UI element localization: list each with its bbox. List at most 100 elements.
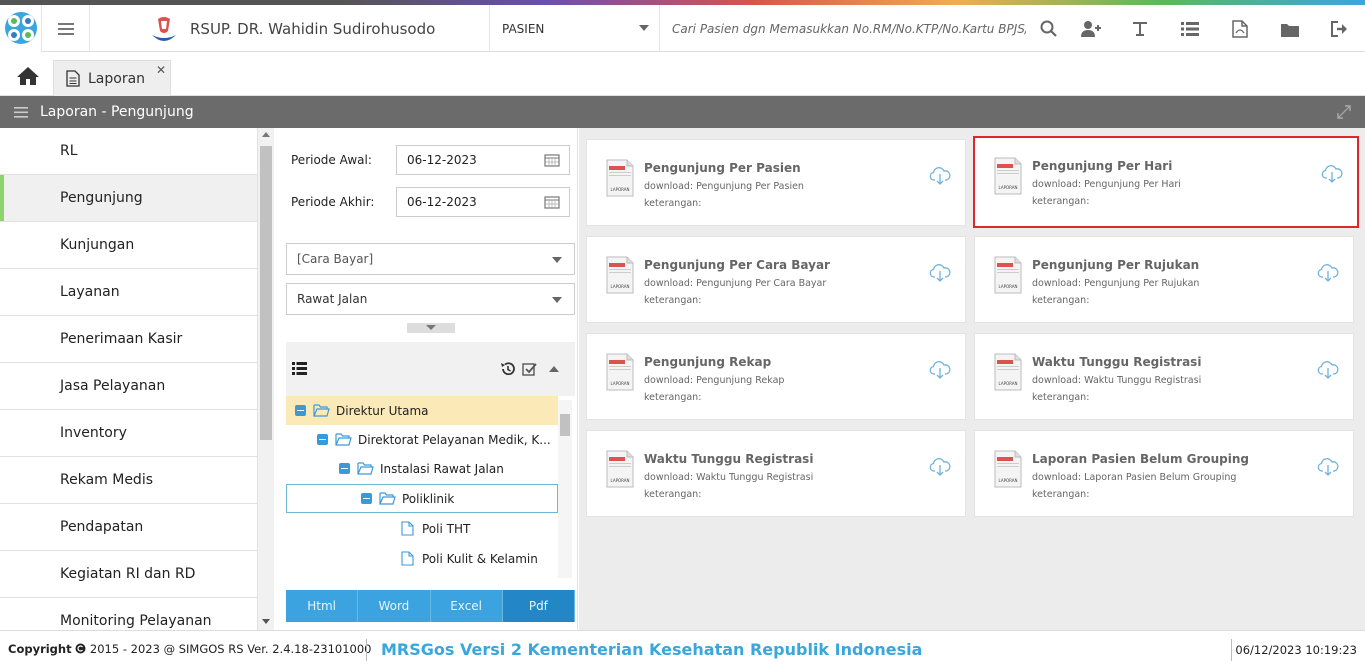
cara-bayar-select[interactable]: [Cara Bayar] [286, 243, 575, 275]
tree-node-direktur-utama[interactable]: Direktur Utama [286, 396, 558, 425]
scrollbar-thumb[interactable] [560, 414, 570, 436]
cara-bayar-value: [Cara Bayar] [297, 252, 374, 266]
report-card-pengunjung-per-pasien[interactable]: LAPORAN Pengunjung Per Pasien download: Pe… [586, 139, 966, 226]
tree-node-instalasi-rawat-jalan[interactable]: Instalasi Rawat Jalan [286, 454, 558, 483]
hamburger-icon[interactable] [14, 106, 28, 118]
folder-open-icon [379, 492, 396, 505]
home-icon[interactable] [16, 66, 40, 86]
calendar-icon[interactable] [544, 153, 560, 167]
list-icon[interactable] [292, 362, 307, 375]
list-button[interactable] [1179, 18, 1201, 40]
scrollbar-thumb[interactable] [260, 146, 272, 440]
report-card-pengunjung-rekap[interactable]: LAPORAN Pengunjung Rekap download: Pengunj… [586, 333, 966, 420]
export-pdf-button[interactable]: Pdf [502, 590, 575, 622]
nav-item-kunjungan[interactable]: Kunjungan [0, 222, 257, 269]
cloud-download-icon[interactable] [1317, 263, 1339, 283]
report-download-text: download: Pengunjung Rekap [644, 375, 785, 386]
cloud-download-icon[interactable] [929, 360, 951, 380]
report-title: Pengunjung Per Hari [1032, 159, 1173, 173]
jenis-layanan-select[interactable]: Rawat Jalan [286, 283, 575, 315]
pdf-report-icon: LAPORAN [606, 159, 634, 197]
report-keterangan: keterangan: [1032, 196, 1090, 207]
scroll-up-icon[interactable] [262, 132, 270, 137]
tab-laporan[interactable]: Laporan ✕ [53, 60, 171, 96]
nav-item-rekam-medis[interactable]: Rekam Medis [0, 457, 257, 504]
nav-item-layanan[interactable]: Layanan [0, 269, 257, 316]
nav-item-jasa-pelayanan[interactable]: Jasa Pelayanan [0, 363, 257, 410]
check-square-icon[interactable] [522, 361, 538, 377]
cloud-download-icon[interactable] [929, 457, 951, 477]
cloud-download-icon[interactable] [1317, 360, 1339, 380]
tree-node-poli-tht[interactable]: Poli THT [286, 514, 558, 543]
expand-icon[interactable] [1337, 105, 1351, 119]
footer-brand: MRSGos Versi 2 Kementerian Kesehatan Rep… [381, 640, 923, 659]
cloud-download-icon[interactable] [1317, 457, 1339, 477]
report-card-pengunjung-per-rujukan[interactable]: LAPORAN Pengunjung Per Rujukan download: P… [974, 236, 1354, 323]
report-card-waktu-tunggu-registrasi[interactable]: LAPORAN Waktu Tunggu Registrasi download: … [586, 430, 966, 517]
report-title: Waktu Tunggu Registrasi [1032, 355, 1202, 369]
report-card-laporan-pasien-belum-grouping[interactable]: LAPORAN Laporan Pasien Belum Grouping down… [974, 430, 1354, 517]
report-download-text: download: Waktu Tunggu Registrasi [1032, 375, 1202, 386]
nav-item-penerimaan-kasir[interactable]: Penerimaan Kasir [0, 316, 257, 363]
page-title-bar: Laporan - Pengunjung [0, 96, 1365, 128]
folder-button[interactable] [1279, 18, 1301, 40]
report-card-pengunjung-per-cara-bayar[interactable]: LAPORAN Pengunjung Per Cara Bayar download… [586, 236, 966, 323]
tree-scrollbar[interactable] [558, 400, 572, 578]
unit-tree: Direktur Utama Direktorat Pelayanan Medi… [286, 396, 575, 580]
collapse-node-icon[interactable] [361, 493, 372, 504]
simgos-logo-icon [5, 12, 37, 44]
report-card-waktu-tunggu-registrasi[interactable]: LAPORAN Waktu Tunggu Registrasi download: … [974, 333, 1354, 420]
tree-node-poliklinik[interactable]: Poliklinik [286, 484, 558, 513]
pdf-icon-caption: LAPORAN [999, 478, 1018, 483]
nav-item-pengunjung[interactable]: Pengunjung [0, 175, 257, 222]
document-icon [66, 70, 80, 87]
nav-item-inventory[interactable]: Inventory [0, 410, 257, 457]
logout-button[interactable] [1329, 18, 1351, 40]
text-tool-button[interactable] [1129, 18, 1151, 40]
tree-node-direktorat[interactable]: Direktorat Pelayanan Medik, K... [286, 425, 558, 454]
export-word-button[interactable]: Word [358, 590, 431, 622]
pdf-report-icon: LAPORAN [994, 450, 1022, 488]
menu-toggle-button[interactable] [42, 5, 90, 52]
patient-search-input[interactable] [662, 15, 1026, 43]
collapse-node-icon[interactable] [317, 434, 328, 445]
footer-datetime: 06/12/2023 10:19:23 [1235, 643, 1357, 657]
report-title: Waktu Tunggu Registrasi [644, 452, 814, 466]
chevron-up-icon[interactable] [549, 366, 559, 372]
pdf-report-icon: LAPORAN [606, 353, 634, 391]
collapse-node-icon[interactable] [339, 463, 350, 474]
history-icon[interactable] [500, 361, 516, 377]
pdf-report-icon: LAPORAN [994, 157, 1022, 195]
collapse-node-icon[interactable] [295, 405, 306, 416]
nav-item-pendapatan[interactable]: Pendapatan [0, 504, 257, 551]
scroll-down-icon[interactable] [262, 619, 270, 624]
report-keterangan: keterangan: [1032, 295, 1090, 306]
pdf-icon-caption: LAPORAN [999, 381, 1018, 386]
pdf-button[interactable] [1229, 18, 1251, 40]
report-download-text: download: Pengunjung Per Cara Bayar [644, 278, 827, 289]
tree-node-poli-kulit-kelamin[interactable]: Poli Kulit & Kelamin [286, 544, 558, 573]
report-cards-area: LAPORAN Pengunjung Per Pasien download: Pe… [579, 128, 1365, 630]
footer-divider [1231, 639, 1232, 661]
tab-label: Laporan [88, 70, 146, 87]
report-card-pengunjung-per-hari[interactable]: LAPORAN Pengunjung Per Hari download: Peng… [973, 136, 1359, 228]
calendar-icon[interactable] [544, 195, 560, 209]
report-keterangan: keterangan: [644, 392, 702, 403]
cloud-download-icon[interactable] [929, 263, 951, 283]
export-excel-button[interactable]: Excel [430, 590, 503, 622]
app-logo[interactable] [0, 5, 42, 52]
report-keterangan: keterangan: [644, 489, 702, 500]
nav-item-rl[interactable]: RL [0, 128, 257, 175]
collapse-toggle[interactable] [407, 323, 455, 333]
cloud-download-icon[interactable] [929, 166, 951, 186]
add-patient-button[interactable] [1080, 18, 1102, 40]
nav-scrollbar[interactable] [258, 128, 274, 630]
nav-item-kegiatan-ri-rd[interactable]: Kegiatan RI dan RD [0, 551, 257, 598]
search-type-select[interactable]: PASIEN [490, 5, 660, 52]
export-html-button[interactable]: Html [286, 590, 359, 622]
cloud-download-icon[interactable] [1321, 164, 1343, 184]
nav-item-monitoring-pelayanan[interactable]: Monitoring Pelayanan [0, 598, 257, 630]
hamburger-icon [57, 22, 74, 35]
close-tab-icon[interactable]: ✕ [156, 63, 166, 77]
search-button[interactable] [1038, 18, 1060, 40]
